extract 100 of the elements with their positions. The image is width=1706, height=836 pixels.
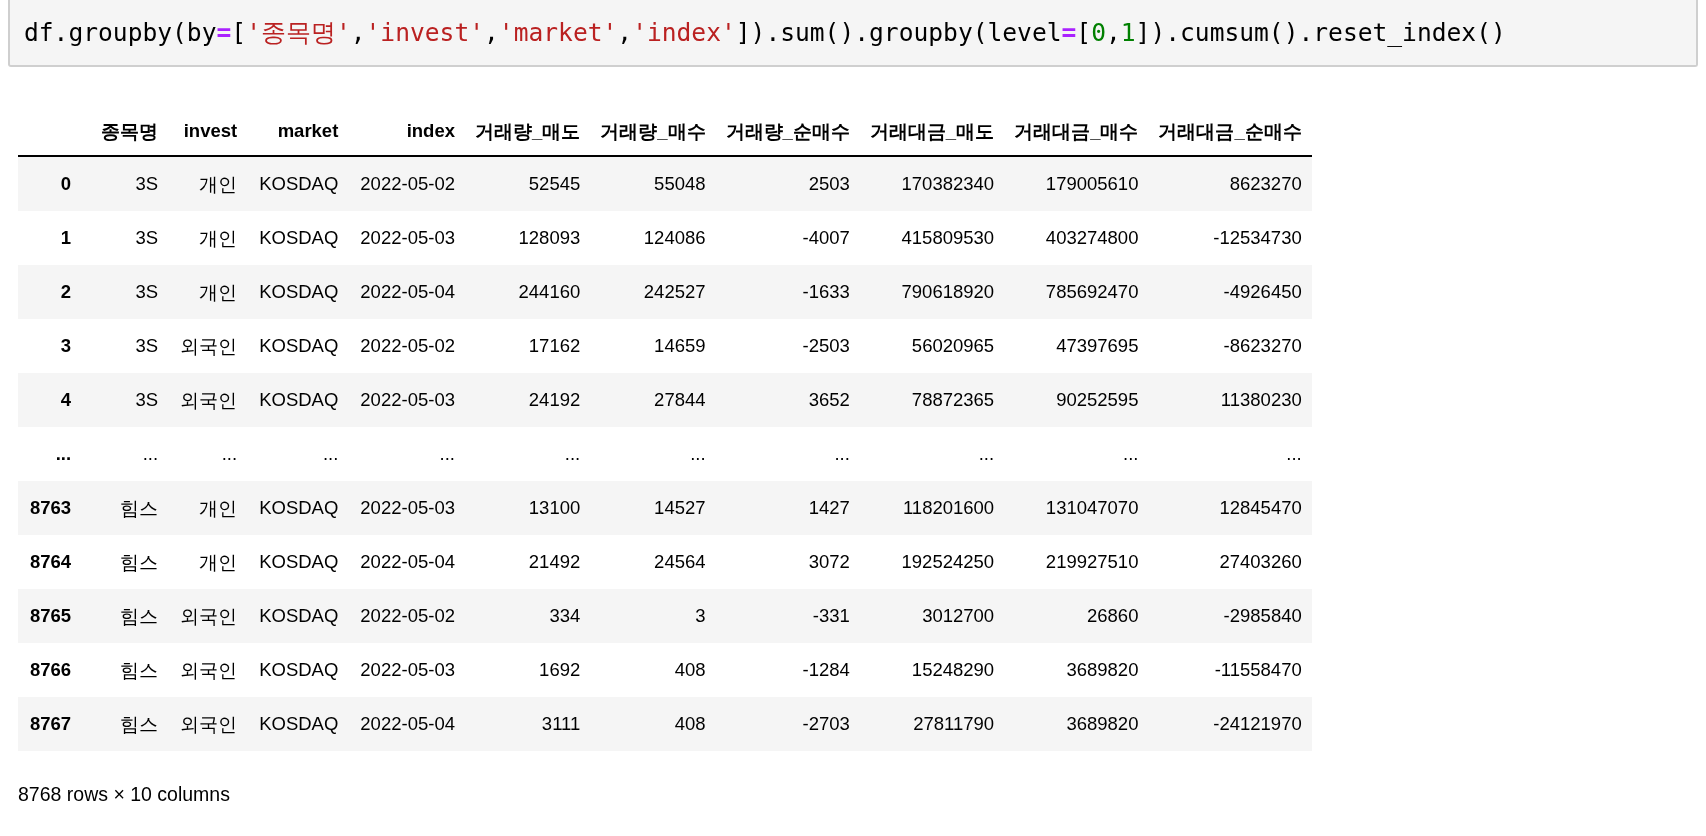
row-index: 8765 [18,589,82,643]
table-cell: 14659 [580,319,706,373]
table-cell: -2985840 [1138,589,1312,643]
table-cell: 52545 [454,156,581,211]
table-cell: ... [454,427,581,481]
row-index: 2 [18,265,82,319]
table-cell: 785692470 [994,265,1139,319]
table-cell: 힘스 [81,589,159,643]
row-index: 3 [18,319,82,373]
row-index: 8766 [18,643,82,697]
table-cell: 3S [81,156,159,211]
table-cell: 128093 [454,211,581,265]
table-cell: 55048 [580,156,706,211]
table-cell: 개인 [158,481,238,535]
table-cell: 8623270 [1138,156,1312,211]
row-index: 0 [18,156,82,211]
table-cell: 3 [580,589,706,643]
table-cell: 2022-05-02 [338,589,455,643]
table-cell: 2022-05-02 [338,156,455,211]
table-cell: 힘스 [81,697,159,751]
table-cell: 408 [580,697,706,751]
table-cell: 힘스 [81,535,159,589]
table-cell: 170382340 [849,156,995,211]
table-cell: 124086 [580,211,706,265]
table-cell: 27403260 [1138,535,1312,589]
table-cell: 27844 [580,373,706,427]
table-cell: 24564 [580,535,706,589]
table-cell: 외국인 [158,373,238,427]
row-index: 1 [18,211,82,265]
table-cell: 47397695 [994,319,1139,373]
table-cell: 21492 [454,535,581,589]
table-cell: 2022-05-03 [338,211,455,265]
table-cell: 3072 [705,535,850,589]
table-cell: 2022-05-03 [338,373,455,427]
table-cell: 3S [81,319,159,373]
table-cell: -1284 [705,643,850,697]
table-cell: KOSDAQ [237,211,339,265]
table-cell: 179005610 [994,156,1139,211]
table-cell: 개인 [158,265,238,319]
table-cell: -2503 [705,319,850,373]
row-index: 8767 [18,697,82,751]
table-cell: KOSDAQ [237,643,339,697]
table-cell: ... [994,427,1139,481]
table-cell: 외국인 [158,589,238,643]
table-cell: KOSDAQ [237,156,339,211]
table-cell: KOSDAQ [237,265,339,319]
table-cell: 3689820 [994,643,1139,697]
table-cell: 78872365 [849,373,995,427]
table-cell: 개인 [158,535,238,589]
table-cell: 2022-05-04 [338,697,455,751]
table-cell: 14527 [580,481,706,535]
table-cell: KOSDAQ [237,319,339,373]
table-cell: -4926450 [1138,265,1312,319]
table-cell: 90252595 [994,373,1139,427]
table-cell: 790618920 [849,265,995,319]
table-cell: 244160 [454,265,581,319]
table-cell: 13100 [454,481,581,535]
table-cell: 26860 [994,589,1139,643]
table-cell: 118201600 [849,481,995,535]
row-index: ... [18,427,82,481]
table-cell: KOSDAQ [237,373,339,427]
table-cell: ... [580,427,706,481]
table-cell: ... [705,427,850,481]
table-cell: 24192 [454,373,581,427]
table-cell: -8623270 [1138,319,1312,373]
table-cell: -1633 [705,265,850,319]
table-cell: 334 [454,589,581,643]
table-cell: 242527 [580,265,706,319]
table-cell: 외국인 [158,319,238,373]
row-index: 4 [18,373,82,427]
code-line: df.groupby(by=['종목명','invest','market','index']).sum().groupby(level=[0,1]).cumsum().reset_index() [24,17,1506,49]
table-cell: 2503 [705,156,850,211]
code-input-cell[interactable]: df.groupby(by=['종목명','invest','market','index']).sum().groupby(level=[0,1]).cumsum().reset_index() [8,0,1698,67]
table-cell: ... [849,427,995,481]
shape-summary: 8768 rows × 10 columns [18,783,231,806]
table-cell: 3111 [454,697,581,751]
table-cell: 3S [81,265,159,319]
table-cell: 3012700 [849,589,995,643]
table-cell: 2022-05-04 [338,265,455,319]
table-cell: 개인 [158,156,238,211]
table-cell: 3689820 [994,697,1139,751]
table-cell: 힘스 [81,643,159,697]
table-cell: 27811790 [849,697,995,751]
table-cell: KOSDAQ [237,697,339,751]
table-cell: 219927510 [994,535,1139,589]
table-cell: 2022-05-02 [338,319,455,373]
table-cell: -11558470 [1138,643,1312,697]
table-cell: 2022-05-03 [338,481,455,535]
table-cell: 403274800 [994,211,1139,265]
table-cell: -4007 [705,211,850,265]
table-cell: -2703 [705,697,850,751]
table-cell: 2022-05-04 [338,535,455,589]
table-cell: KOSDAQ [237,481,339,535]
table-cell: 11380230 [1138,373,1312,427]
table-cell: -331 [705,589,850,643]
table-cell: 131047070 [994,481,1139,535]
table-cell: KOSDAQ [237,589,339,643]
row-index: 8764 [18,535,82,589]
table-cell: 2022-05-03 [338,643,455,697]
table-cell: 408 [580,643,706,697]
